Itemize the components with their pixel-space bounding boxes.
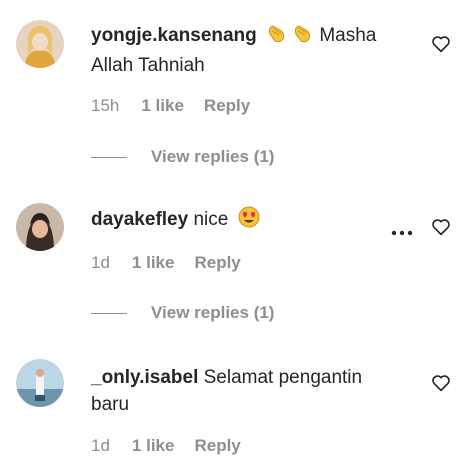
comment-timestamp: 1d (91, 253, 110, 272)
view-replies-label: View replies (1) (151, 303, 275, 322)
clapping-hands-icon (266, 22, 288, 52)
comment-username[interactable]: yongje.kansenang (91, 25, 257, 46)
comment-timestamp: 15h (91, 96, 120, 115)
comment-text: _only.isabel Selamat pengantin baru (91, 364, 391, 418)
comment-meta: 1d 1 like Reply (91, 436, 241, 456)
view-replies-label: View replies (1) (151, 147, 275, 166)
reply-button[interactable]: Reply (194, 253, 240, 273)
likes-count[interactable]: 1 like (141, 96, 184, 116)
likes-count[interactable]: 1 like (132, 436, 175, 456)
comment-text: yongje.kansenang Masha Allah Tahniah (91, 22, 411, 79)
comment-text: dayakefley nice (91, 206, 381, 236)
heart-outline-icon[interactable] (431, 35, 451, 53)
heart-eyes-face-icon (238, 206, 260, 236)
avatar[interactable] (16, 203, 64, 251)
comment-username[interactable]: dayakefley (91, 209, 188, 230)
reply-button[interactable]: Reply (204, 96, 250, 116)
heart-outline-icon[interactable] (431, 374, 451, 392)
avatar[interactable] (16, 20, 64, 68)
comment-timestamp: 1d (91, 436, 110, 455)
comment-username[interactable]: _only.isabel (91, 367, 198, 388)
heart-outline-icon[interactable] (431, 218, 451, 236)
view-replies-button[interactable]: View replies (1) (91, 303, 274, 323)
avatar[interactable] (16, 359, 64, 407)
reply-button[interactable]: Reply (194, 436, 240, 456)
ellipsis-icon[interactable] (390, 224, 414, 236)
comment-body: nice (188, 209, 234, 230)
divider (91, 156, 127, 158)
comment-meta: 1d 1 like Reply (91, 253, 241, 273)
divider (91, 312, 127, 314)
comment-meta: 15h 1 like Reply (91, 96, 250, 116)
likes-count[interactable]: 1 like (132, 253, 175, 273)
clapping-hands-icon (292, 22, 314, 52)
view-replies-button[interactable]: View replies (1) (91, 147, 274, 167)
